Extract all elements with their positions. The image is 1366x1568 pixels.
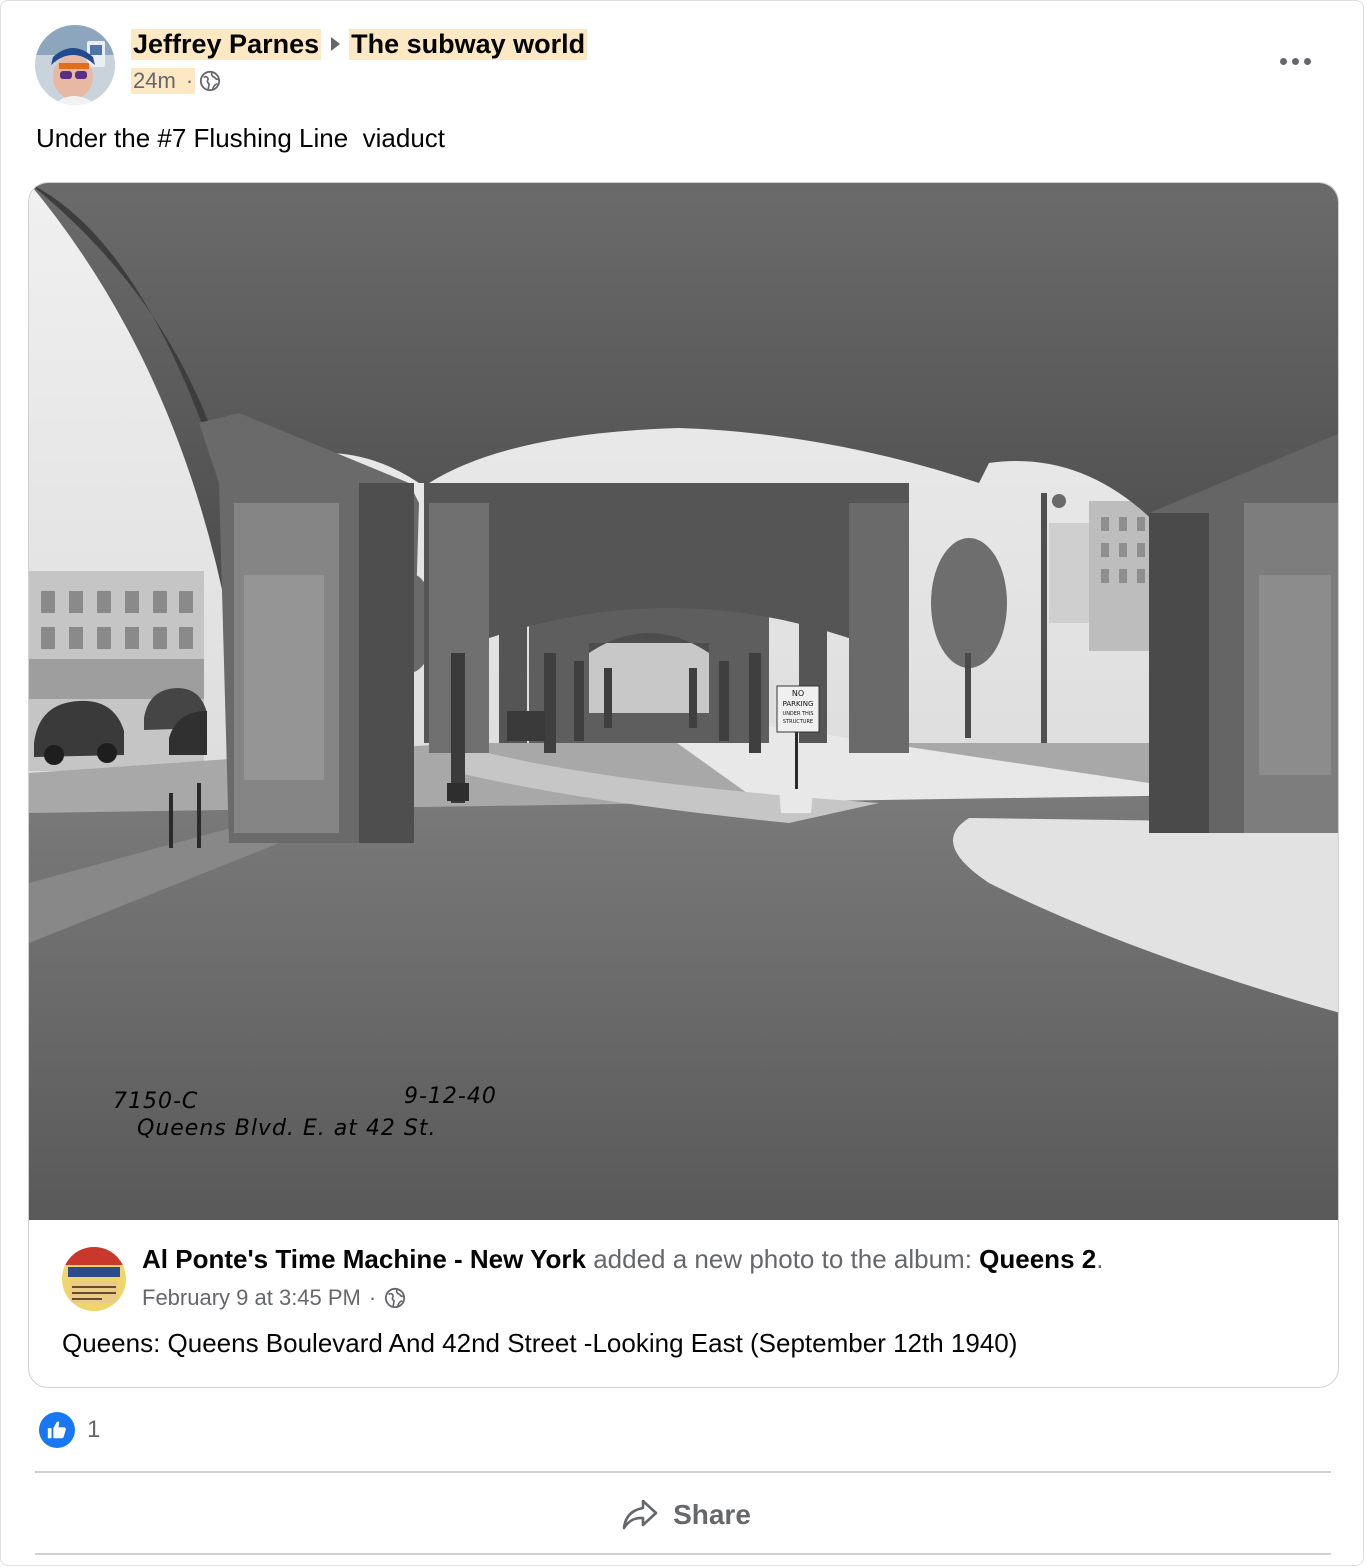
more-options-button[interactable] [1273, 47, 1317, 75]
post-header-names: Jeffrey Parnes The subway world [131, 27, 588, 61]
caret-right-icon [331, 37, 341, 51]
post-text: Under the #7 Flushing Line viaduct [36, 123, 446, 153]
divider [35, 1553, 1331, 1555]
post-timestamp-link[interactable]: 24m · [131, 68, 196, 94]
post-meta: 24m · [131, 67, 221, 95]
shared-meta: February 9 at 3:45 PM · [142, 1285, 406, 1311]
globe-icon[interactable] [199, 70, 221, 92]
shared-date-link[interactable]: February 9 at 3:45 PM [142, 1285, 361, 1311]
sign-text-3: UNDER THIS [783, 711, 814, 717]
share-action-text: added a new photo to the album: [585, 1244, 980, 1274]
divider [35, 1471, 1331, 1473]
photo-location: Queens Blvd. E. at 42 St. [137, 1116, 436, 1141]
more-dot [1291, 57, 1299, 65]
page-name-link[interactable]: Al Ponte's Time Machine - New York [142, 1244, 586, 1274]
group-name-link[interactable]: The subway world [349, 28, 588, 60]
photo-date: 9-12-40 [404, 1084, 497, 1109]
like-icon[interactable] [39, 1412, 75, 1448]
more-dot [1303, 57, 1311, 65]
share-arrow-icon [622, 1499, 658, 1530]
more-dot [1279, 57, 1287, 65]
post-card: Jeffrey Parnes The subway world 24m · Un… [0, 0, 1364, 1566]
share-button-label: Share [673, 1499, 751, 1530]
sign-text-1: NO [792, 689, 804, 698]
shared-description: Queens: Queens Boulevard And 42nd Street… [62, 1328, 1018, 1358]
globe-icon[interactable] [384, 1287, 406, 1309]
photo-code: 7150-C [113, 1089, 198, 1114]
reaction-count[interactable]: 1 [87, 1416, 100, 1444]
meta-separator: · [185, 68, 194, 93]
shared-post-attachment[interactable]: NO PARKING UNDER THIS STRUCTURE 7150-C 9… [28, 182, 1339, 1388]
page-avatar[interactable] [62, 1247, 126, 1311]
post-timestamp: 24m [133, 68, 176, 93]
author-avatar[interactable] [35, 25, 115, 105]
share-headline: Al Ponte's Time Machine - New York added… [142, 1244, 1103, 1275]
author-avatar-image [35, 25, 115, 105]
album-link[interactable]: Queens 2 [979, 1244, 1096, 1274]
viaduct-photo[interactable]: NO PARKING UNDER THIS STRUCTURE 7150-C 9… [29, 183, 1339, 1220]
author-name-link[interactable]: Jeffrey Parnes [131, 28, 322, 60]
thumbs-up-icon [47, 1421, 66, 1439]
page-logo-image [62, 1247, 126, 1311]
sign-text-4: STRUCTURE [783, 719, 813, 725]
sign-text-2: PARKING [783, 700, 814, 708]
share-period: . [1096, 1244, 1104, 1274]
share-button[interactable]: Share [601, 1489, 771, 1541]
meta-separator: · [368, 1285, 377, 1310]
